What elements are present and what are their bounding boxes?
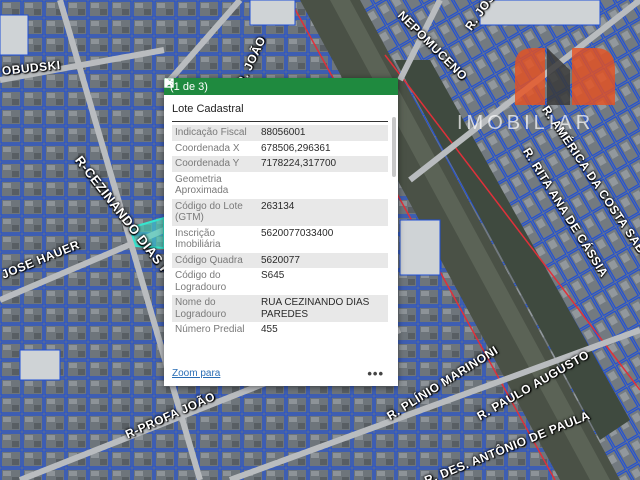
attribute-value: S645 bbox=[261, 270, 285, 281]
popup-scrollbar[interactable] bbox=[392, 117, 396, 177]
attribute-value: 88056001 bbox=[258, 125, 388, 141]
feature-popup[interactable]: (1 de 3) Lote Cadastral Indicação Fiscal… bbox=[164, 78, 398, 386]
popup-title: Lote Cadastral bbox=[172, 103, 388, 122]
table-row: Nome do Logradouro RUA CEZINANDO DIAS PAR… bbox=[172, 295, 388, 322]
more-icon[interactable]: ••• bbox=[367, 366, 384, 381]
attribute-key: Coordenada Y bbox=[172, 156, 258, 172]
attribute-key: Inscrição Imobiliária bbox=[175, 227, 221, 251]
attribute-key: Número Predial bbox=[175, 324, 245, 335]
attribute-key: Indicação Fiscal bbox=[172, 125, 258, 141]
table-row: Código do Logradouro S645 bbox=[172, 268, 388, 295]
table-row: Código do Lote (GTM) 263134 bbox=[172, 198, 388, 226]
attribute-key: Código do Lote (GTM) bbox=[172, 198, 258, 226]
map-view[interactable]: R-CEZINANDO DIAS PAREDES R. JOÃO OBUDSKI… bbox=[0, 0, 640, 480]
attribute-value: 263134 bbox=[258, 198, 388, 226]
attribute-value: 455 bbox=[261, 324, 278, 335]
popup-counter: (1 de 3) bbox=[170, 80, 208, 93]
table-row: Coordenada X 678506,296361 bbox=[172, 141, 388, 157]
attribute-key: Código do Logradouro bbox=[175, 270, 227, 293]
watermark-text: IMOBILIAR bbox=[457, 112, 595, 134]
table-row: Indicação Fiscal 88056001 bbox=[172, 125, 388, 141]
attribute-value bbox=[258, 172, 388, 199]
attribute-key: Coordenada X bbox=[175, 142, 240, 154]
brand-watermark: IMOBILIAR bbox=[455, 30, 640, 140]
popup-body[interactable]: Lote Cadastral Indicação Fiscal 88056001 … bbox=[164, 95, 398, 386]
attribute-value: 5620077033400 bbox=[261, 227, 334, 239]
attribute-key: Código Quadra bbox=[172, 252, 258, 268]
play-icon[interactable] bbox=[165, 78, 356, 94]
attribute-value: 5620077 bbox=[258, 252, 388, 268]
table-row: Geometria Aproximada bbox=[172, 172, 388, 199]
table-row: Número Predial 455 bbox=[172, 322, 388, 338]
table-row: Código Quadra 5620077 bbox=[172, 252, 388, 268]
table-row: Coordenada Y 7178224,317700 bbox=[172, 156, 388, 172]
attribute-value: 678506,296361 bbox=[261, 142, 331, 154]
attribute-table: Indicação Fiscal 88056001 Coordenada X 678… bbox=[172, 125, 388, 338]
attribute-key: Nome do Logradouro bbox=[172, 295, 258, 322]
zoom-to-link[interactable]: Zoom para bbox=[172, 368, 220, 379]
close-icon[interactable] bbox=[164, 78, 392, 94]
popup-footer: Zoom para ••• bbox=[172, 366, 390, 382]
attribute-value: 7178224,317700 bbox=[258, 156, 388, 172]
popup-header: (1 de 3) bbox=[164, 78, 398, 95]
attribute-key: Geometria Aproximada bbox=[175, 173, 229, 197]
maximize-icon[interactable] bbox=[164, 78, 374, 94]
attribute-value: RUA CEZINANDO DIAS PAREDES bbox=[258, 295, 388, 322]
table-row: Inscrição Imobiliária 5620077033400 bbox=[172, 226, 388, 253]
